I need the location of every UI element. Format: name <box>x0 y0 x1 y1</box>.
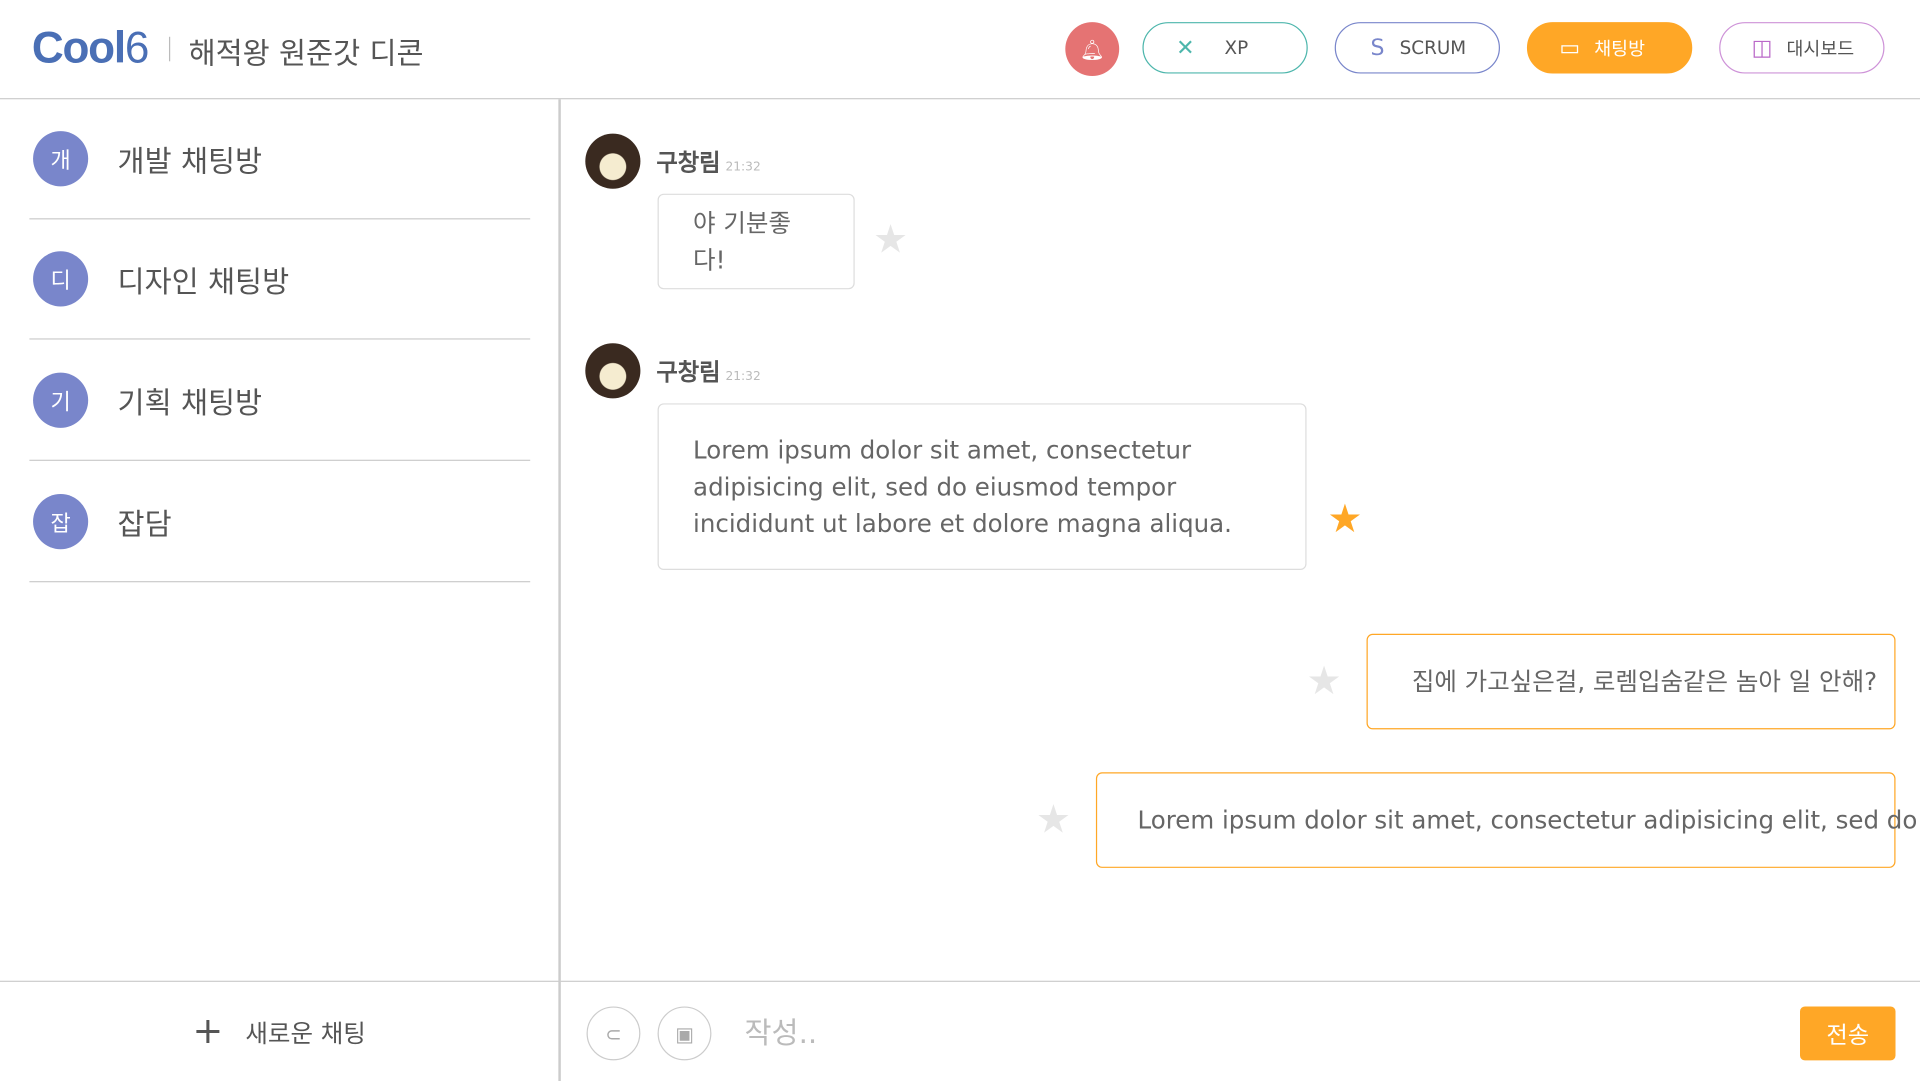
chat-icon: ▭ <box>1559 34 1581 61</box>
avatar <box>585 343 641 399</box>
xp-icon: ✕ <box>1176 34 1195 61</box>
image-button[interactable]: ▣ <box>657 1006 712 1061</box>
room-avatar: 개 <box>33 131 89 187</box>
nav-label: 채팅방 <box>1594 37 1645 60</box>
notification-button[interactable]: 🔔︎ <box>1065 22 1120 77</box>
avatar <box>585 133 641 189</box>
logo[interactable]: Cool6 <box>32 22 150 73</box>
new-chat-label: 새로운 채팅 <box>245 1018 366 1049</box>
nav-xp[interactable]: ✕ XP <box>1142 22 1308 74</box>
message-bubble: 야 기분좋다! <box>657 193 855 290</box>
star-icon[interactable]: ★ <box>1036 796 1071 843</box>
room-avatar: 기 <box>33 372 89 428</box>
nav-label: 대시보드 <box>1786 37 1855 60</box>
room-item[interactable]: 잡 잡담 <box>29 462 531 583</box>
header: Cool6 해적왕 원준갓 디콘 🔔︎ ✕ XP S SCRUM ▭ 채팅방 ◫ 대시보… <box>0 0 1920 100</box>
star-icon[interactable]: ★ <box>1307 657 1342 704</box>
plus-icon: + <box>192 1010 224 1054</box>
room-list: 개 개발 채팅방 디 디자인 채팅방 기 기획 채팅방 잡 잡담 <box>0 99 561 981</box>
composer: ⊂ ▣ 전송 <box>560 980 1920 1081</box>
scrum-icon: S <box>1370 34 1385 61</box>
sender-name: 구창림 21:32 <box>656 359 761 387</box>
room-item[interactable]: 디 디자인 채팅방 <box>29 219 531 340</box>
room-item[interactable]: 기 기획 채팅방 <box>29 341 531 461</box>
nav-label: XP <box>1224 36 1249 59</box>
room-item[interactable]: 개 개발 채팅방 <box>29 99 531 220</box>
new-chat-button[interactable]: + 새로운 채팅 <box>0 980 561 1081</box>
paperclip-icon: ⊂ <box>605 1021 622 1046</box>
room-name: 개발 채팅방 <box>117 144 263 179</box>
project-title: 해적왕 원준갓 디콘 <box>188 36 424 72</box>
room-avatar: 디 <box>33 251 89 307</box>
timestamp: 21:32 <box>725 370 761 384</box>
divider <box>168 36 171 62</box>
room-name: 잡담 <box>117 507 172 542</box>
message-bubble-mine: 집에 가고싶은걸, 로렘입숨같은 놈아 일 안해? <box>1366 633 1896 730</box>
message-bubble-mine: Lorem ipsum dolor sit amet, consectetur … <box>1095 772 1917 868</box>
send-button[interactable]: 전송 <box>1800 1006 1896 1061</box>
star-icon[interactable]: ★ <box>1327 495 1362 542</box>
timestamp: 21:32 <box>725 160 761 175</box>
nav-dashboard[interactable]: ◫ 대시보드 <box>1719 22 1885 74</box>
nav-label: SCRUM <box>1399 36 1467 59</box>
room-avatar: 잡 <box>33 494 89 550</box>
star-icon[interactable]: ★ <box>873 216 908 263</box>
dashboard-icon: ◫ <box>1751 34 1773 61</box>
inbox-icon: ▣ <box>675 1021 694 1046</box>
nav-scrum[interactable]: S SCRUM <box>1334 22 1501 74</box>
message-input[interactable] <box>742 1006 1776 1061</box>
message-bubble: Lorem ipsum dolor sit amet, consectetur … <box>657 403 1307 571</box>
room-name: 디자인 채팅방 <box>117 264 290 300</box>
attach-button[interactable]: ⊂ <box>586 1006 641 1061</box>
sender-name: 구창림 21:32 <box>656 149 761 177</box>
room-name: 기획 채팅방 <box>117 386 263 421</box>
bell-icon: 🔔︎ <box>1079 37 1105 61</box>
nav-chat[interactable]: ▭ 채팅방 <box>1526 22 1693 74</box>
